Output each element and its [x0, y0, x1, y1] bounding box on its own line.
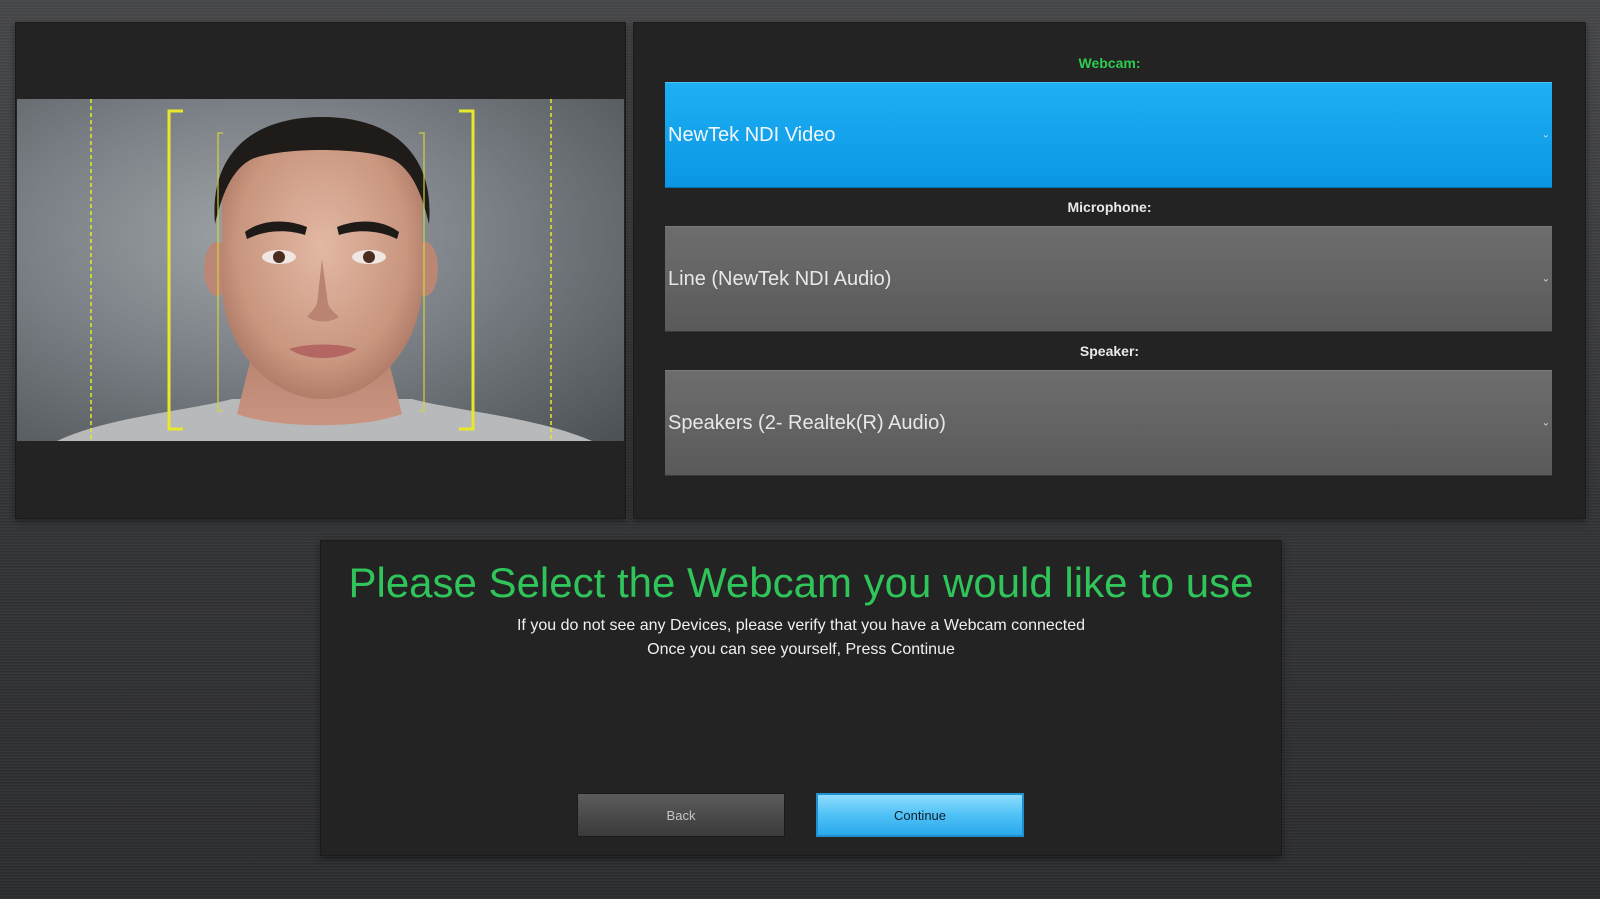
- chevron-down-icon: ⌄: [1541, 129, 1550, 141]
- speaker-select-value: Speakers (2- Realtek(R) Audio): [668, 411, 946, 434]
- back-button[interactable]: Back: [577, 793, 785, 837]
- continue-button[interactable]: Continue: [816, 793, 1024, 837]
- chevron-down-icon: ⌄: [1541, 417, 1550, 429]
- microphone-select[interactable]: Line (NewTek NDI Audio) ⌄: [665, 226, 1552, 332]
- person-left-iris: [273, 251, 285, 263]
- speaker-label: Speaker:: [1079, 343, 1140, 359]
- guide-bracket-left: [167, 109, 183, 431]
- webcam-label: Webcam:: [1078, 55, 1141, 71]
- microphone-select-value: Line (NewTek NDI Audio): [668, 267, 892, 290]
- webcam-select[interactable]: NewTek NDI Video ⌄: [665, 82, 1552, 188]
- webcam-feed-image: [57, 99, 592, 441]
- speaker-select[interactable]: Speakers (2- Realtek(R) Audio) ⌄: [665, 370, 1552, 476]
- webcam-video-feed: [17, 99, 624, 441]
- person-right-iris: [363, 251, 375, 263]
- instruction-panel: Please Select the Webcam you would like …: [320, 540, 1282, 856]
- microphone-label: Microphone:: [1067, 199, 1152, 215]
- webcam-select-value: NewTek NDI Video: [668, 123, 836, 146]
- instruction-line-2: Once you can see yourself, Press Continu…: [647, 641, 955, 658]
- chevron-down-icon: ⌄: [1541, 273, 1550, 285]
- page-title: Please Select the Webcam you would like …: [348, 559, 1254, 606]
- guide-bracket-right: [459, 109, 475, 431]
- camera-preview-panel: [15, 22, 626, 519]
- instruction-line-1: If you do not see any Devices, please ve…: [516, 617, 1086, 634]
- device-selection-panel: Webcam: NewTek NDI Video ⌄ Microphone: L…: [633, 22, 1586, 519]
